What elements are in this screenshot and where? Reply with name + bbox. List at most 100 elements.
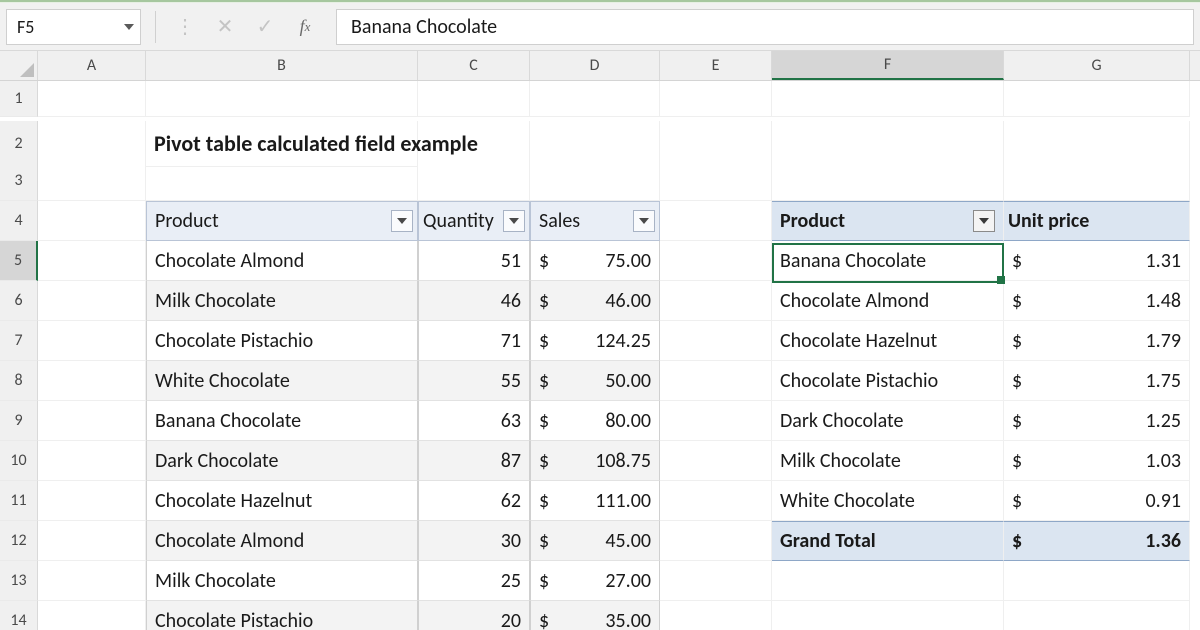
- pivot-cell-product[interactable]: Milk Chocolate: [772, 441, 1004, 481]
- cell[interactable]: [38, 361, 146, 401]
- row-header[interactable]: 6: [0, 281, 38, 321]
- cell[interactable]: [38, 561, 146, 601]
- cell[interactable]: [38, 481, 146, 521]
- table-cell-product[interactable]: Chocolate Pistachio: [146, 601, 418, 630]
- table-cell-sales[interactable]: $124.25: [530, 321, 660, 361]
- table-cell-sales[interactable]: $111.00: [530, 481, 660, 521]
- pivot-cell-price[interactable]: $1.79: [1004, 321, 1190, 361]
- row-header[interactable]: 9: [0, 401, 38, 441]
- table-cell-sales[interactable]: $45.00: [530, 521, 660, 561]
- table-cell-sales[interactable]: $35.00: [530, 601, 660, 630]
- pivot-cell-price[interactable]: $0.91: [1004, 481, 1190, 521]
- filter-icon[interactable]: [503, 210, 525, 232]
- pivot-cell-product[interactable]: White Chocolate: [772, 481, 1004, 521]
- cell[interactable]: [660, 601, 772, 630]
- row-header[interactable]: 13: [0, 561, 38, 601]
- table-cell-sales[interactable]: $80.00: [530, 401, 660, 441]
- row-header[interactable]: 3: [0, 161, 38, 201]
- cell[interactable]: [38, 401, 146, 441]
- name-box[interactable]: F5: [6, 9, 141, 45]
- table-cell-quantity[interactable]: 55: [418, 361, 530, 401]
- col-header[interactable]: G: [1004, 51, 1190, 80]
- cell[interactable]: [660, 161, 772, 201]
- pivot-header-product[interactable]: Product: [772, 201, 1004, 241]
- cancel-icon[interactable]: ✕: [210, 11, 240, 43]
- cell[interactable]: [38, 241, 146, 281]
- table-cell-quantity[interactable]: 71: [418, 321, 530, 361]
- table-cell-quantity[interactable]: 46: [418, 281, 530, 321]
- cell[interactable]: [772, 561, 1004, 601]
- col-header[interactable]: F: [772, 51, 1004, 80]
- table-cell-product[interactable]: Milk Chocolate: [146, 281, 418, 321]
- grid[interactable]: 1 2 Pivot table calculated field example…: [0, 81, 1200, 630]
- col-header[interactable]: C: [418, 51, 530, 80]
- cell[interactable]: [38, 441, 146, 481]
- cell[interactable]: [660, 201, 772, 241]
- table-cell-product[interactable]: White Chocolate: [146, 361, 418, 401]
- fx-icon[interactable]: fx: [290, 11, 320, 43]
- table-cell-product[interactable]: Chocolate Almond: [146, 521, 418, 561]
- table-cell-product[interactable]: Chocolate Pistachio: [146, 321, 418, 361]
- table-cell-quantity[interactable]: 87: [418, 441, 530, 481]
- table-cell-sales[interactable]: $46.00: [530, 281, 660, 321]
- formula-input[interactable]: Banana Chocolate: [336, 9, 1194, 45]
- cell[interactable]: [772, 161, 1004, 201]
- cell[interactable]: [530, 81, 660, 117]
- table-cell-sales[interactable]: $27.00: [530, 561, 660, 601]
- table-cell-quantity[interactable]: 20: [418, 601, 530, 630]
- pivot-cell-product[interactable]: Chocolate Pistachio: [772, 361, 1004, 401]
- col-header[interactable]: B: [146, 51, 418, 80]
- filter-icon[interactable]: [633, 210, 655, 232]
- table-header-product[interactable]: Product: [146, 201, 418, 241]
- cell[interactable]: [772, 81, 1004, 117]
- cell[interactable]: [38, 321, 146, 361]
- table-cell-quantity[interactable]: 63: [418, 401, 530, 441]
- pivot-cell-price[interactable]: $1.31: [1004, 241, 1190, 281]
- table-cell-quantity[interactable]: 25: [418, 561, 530, 601]
- row-header[interactable]: 8: [0, 361, 38, 401]
- row-header[interactable]: 7: [0, 321, 38, 361]
- cell[interactable]: [660, 401, 772, 441]
- pivot-cell-product[interactable]: Banana Chocolate: [772, 241, 1004, 281]
- pivot-cell-price[interactable]: $1.75: [1004, 361, 1190, 401]
- col-header[interactable]: E: [660, 51, 772, 80]
- cell[interactable]: [660, 481, 772, 521]
- row-header[interactable]: 10: [0, 441, 38, 481]
- row-header[interactable]: 5: [0, 241, 38, 281]
- pivot-cell-price[interactable]: $1.03: [1004, 441, 1190, 481]
- table-cell-product[interactable]: Banana Chocolate: [146, 401, 418, 441]
- formula-expand-icon[interactable]: ⋮: [170, 11, 200, 43]
- pivot-grand-total-value[interactable]: $1.36: [1004, 521, 1190, 561]
- cell[interactable]: [660, 361, 772, 401]
- table-header-quantity[interactable]: Quantity: [418, 201, 530, 241]
- cell[interactable]: [38, 81, 146, 117]
- cell[interactable]: [1004, 601, 1190, 630]
- pivot-cell-product[interactable]: Chocolate Hazelnut: [772, 321, 1004, 361]
- table-header-sales[interactable]: Sales: [530, 201, 660, 241]
- row-header[interactable]: 11: [0, 481, 38, 521]
- row-header[interactable]: 12: [0, 521, 38, 561]
- table-cell-product[interactable]: Dark Chocolate: [146, 441, 418, 481]
- pivot-cell-price[interactable]: $1.25: [1004, 401, 1190, 441]
- filter-icon[interactable]: [391, 210, 413, 232]
- pivot-cell-product[interactable]: Dark Chocolate: [772, 401, 1004, 441]
- row-header[interactable]: 4: [0, 201, 38, 241]
- cell[interactable]: [38, 201, 146, 241]
- table-cell-product[interactable]: Chocolate Hazelnut: [146, 481, 418, 521]
- select-all-corner[interactable]: [0, 51, 38, 80]
- table-cell-quantity[interactable]: 30: [418, 521, 530, 561]
- table-cell-sales[interactable]: $50.00: [530, 361, 660, 401]
- cell[interactable]: [38, 161, 146, 201]
- row-header[interactable]: 14: [0, 601, 38, 630]
- enter-icon[interactable]: ✓: [250, 11, 280, 43]
- pivot-cell-price[interactable]: $1.48: [1004, 281, 1190, 321]
- cell[interactable]: [146, 161, 418, 201]
- cell[interactable]: [418, 161, 530, 201]
- row-header[interactable]: 1: [0, 81, 38, 117]
- cell[interactable]: [772, 601, 1004, 630]
- cell[interactable]: [1004, 561, 1190, 601]
- cell[interactable]: [660, 561, 772, 601]
- cell[interactable]: [660, 281, 772, 321]
- pivot-cell-product[interactable]: Chocolate Almond: [772, 281, 1004, 321]
- cell[interactable]: [38, 601, 146, 630]
